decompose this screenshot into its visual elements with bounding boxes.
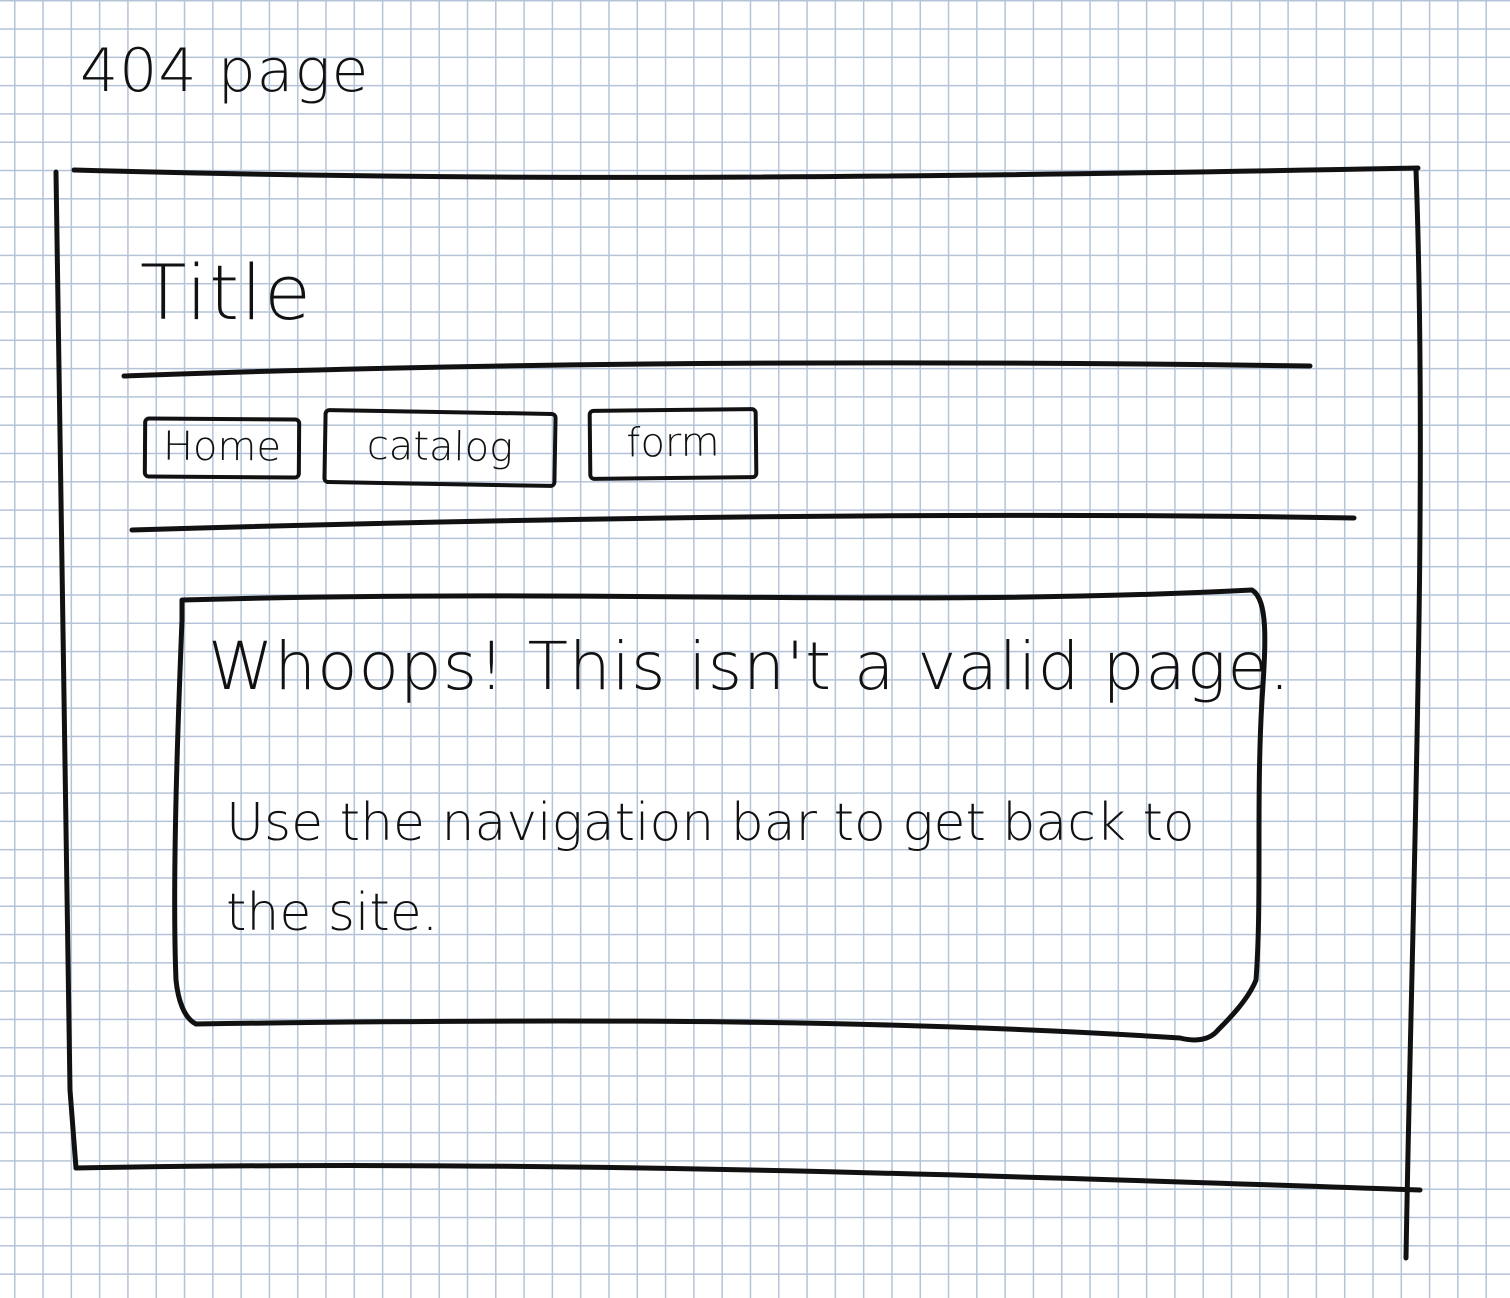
page-frame-bottom	[73, 1162, 1423, 1193]
page-frame-top	[71, 165, 1421, 180]
nav-home-button[interactable]: Home	[142, 416, 302, 480]
nav-divider	[129, 512, 1357, 533]
page-frame-left	[53, 169, 79, 1171]
site-title: Title	[140, 248, 313, 337]
page-frame-right	[1403, 167, 1423, 1261]
error-message: Use the navigation bar to get back to th…	[226, 793, 1195, 943]
error-headline: Whoops! This isn't a valid page.	[208, 628, 1291, 705]
title-divider	[121, 360, 1313, 379]
nav-form-button[interactable]: form	[587, 407, 759, 481]
nav-catalog-button[interactable]: catalog	[322, 407, 558, 489]
